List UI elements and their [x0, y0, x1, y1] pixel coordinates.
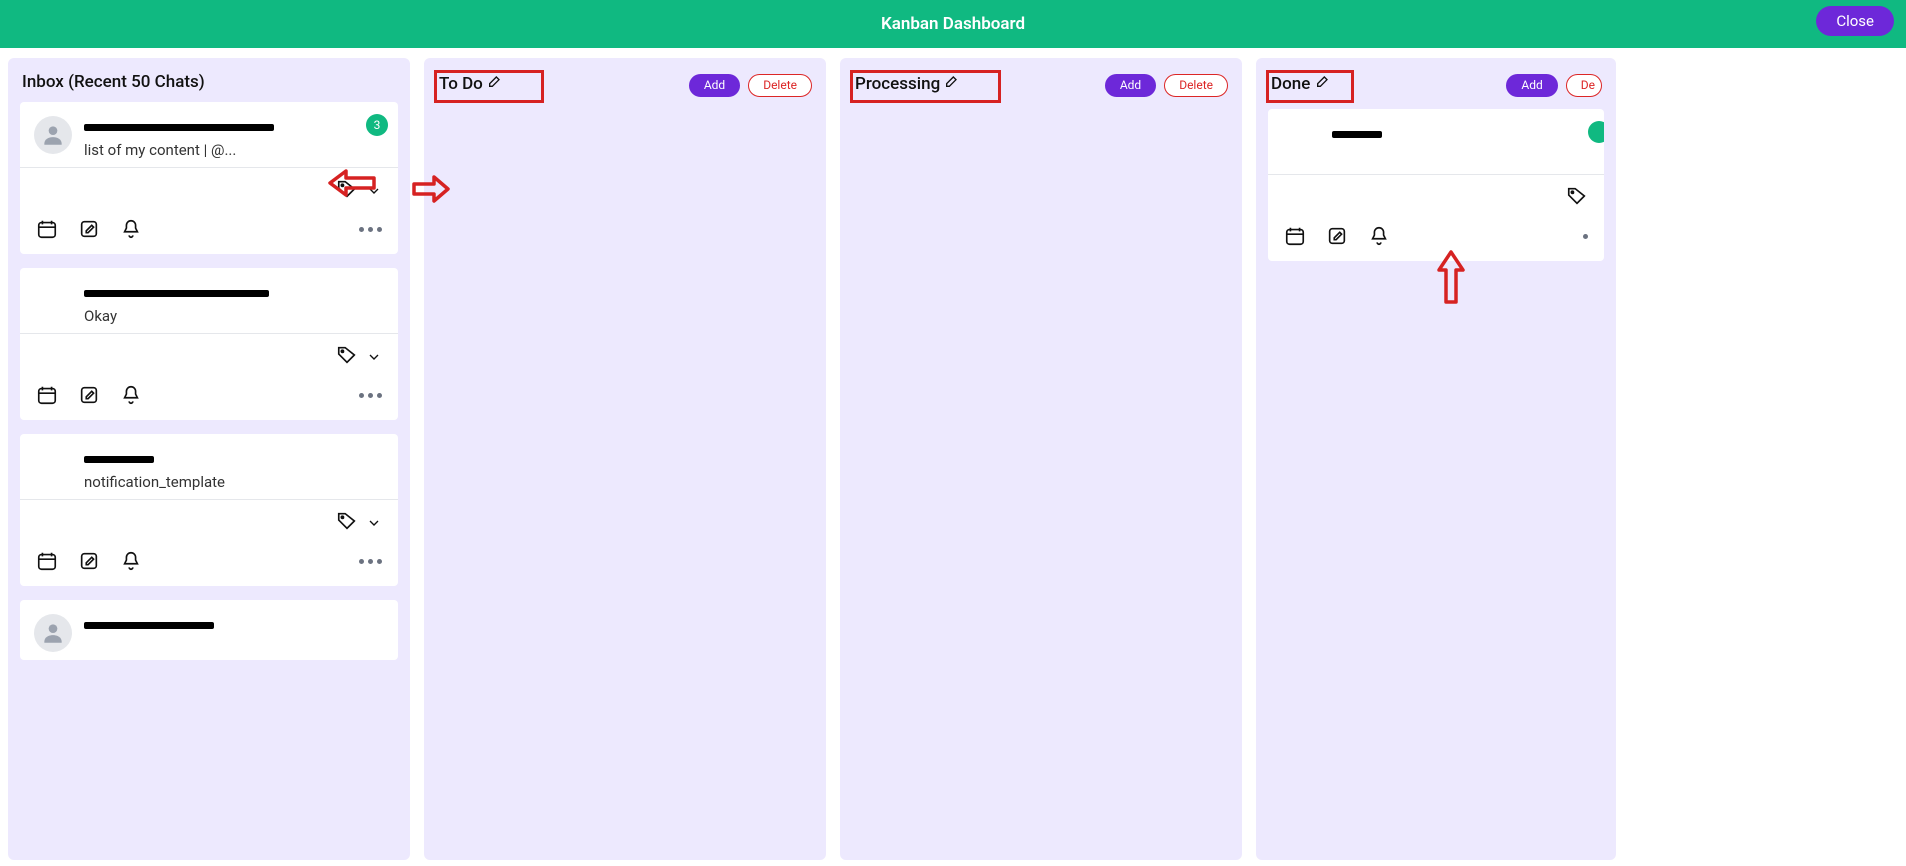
- chat-preview: list of my content | @...: [84, 141, 384, 159]
- chat-sender-name: [84, 456, 154, 463]
- column-list-processing[interactable]: [840, 107, 1242, 860]
- add-button[interactable]: Add: [1506, 74, 1557, 96]
- delete-button[interactable]: Delete: [1164, 74, 1228, 96]
- column-list-inbox[interactable]: list of my content | @... 3: [8, 100, 410, 860]
- column-title-inbox: Inbox (Recent 50 Chats): [22, 72, 205, 92]
- calendar-icon[interactable]: [36, 218, 58, 240]
- chat-sender-name: [84, 290, 269, 297]
- column-title-todo[interactable]: To Do: [439, 74, 483, 94]
- add-button[interactable]: Add: [1105, 74, 1156, 96]
- avatar: [34, 614, 72, 652]
- chat-preview: [1332, 148, 1590, 166]
- chat-preview: Okay: [84, 307, 384, 325]
- chat-card[interactable]: Okay: [20, 268, 398, 420]
- avatar: [34, 116, 72, 154]
- tag-icon[interactable]: [336, 178, 358, 204]
- more-icon[interactable]: [359, 393, 382, 398]
- chat-card[interactable]: notification_template: [20, 434, 398, 586]
- chevron-down-icon[interactable]: [366, 349, 382, 365]
- more-icon[interactable]: [1583, 234, 1588, 239]
- edit-icon[interactable]: [944, 73, 960, 89]
- kanban-board: Inbox (Recent 50 Chats) list of my conte…: [0, 48, 1906, 866]
- calendar-icon[interactable]: [36, 384, 58, 406]
- bell-icon[interactable]: [1368, 225, 1390, 247]
- column-inbox: Inbox (Recent 50 Chats) list of my conte…: [8, 58, 410, 860]
- note-edit-icon[interactable]: [1326, 225, 1348, 247]
- edit-icon[interactable]: [487, 73, 503, 89]
- add-button[interactable]: Add: [689, 74, 740, 96]
- chat-card[interactable]: [1268, 109, 1604, 261]
- bell-icon[interactable]: [120, 384, 142, 406]
- close-button[interactable]: Close: [1816, 6, 1894, 36]
- note-edit-icon[interactable]: [78, 550, 100, 572]
- chevron-down-icon[interactable]: [366, 515, 382, 531]
- note-edit-icon[interactable]: [78, 384, 100, 406]
- delete-button[interactable]: Delete: [748, 74, 812, 96]
- unread-badge: 3: [366, 114, 388, 136]
- chat-sender-name: [1332, 131, 1382, 138]
- delete-button[interactable]: De: [1566, 74, 1602, 96]
- chat-preview: notification_template: [84, 473, 384, 491]
- more-icon[interactable]: [359, 559, 382, 564]
- chat-card[interactable]: list of my content | @... 3: [20, 102, 398, 254]
- annotation-highlight-processing: Processing: [850, 70, 1001, 103]
- page-title: Kanban Dashboard: [881, 14, 1025, 34]
- column-list-done[interactable]: [1256, 107, 1616, 860]
- column-title-processing[interactable]: Processing: [855, 74, 940, 94]
- app-header: Kanban Dashboard Close: [0, 0, 1906, 48]
- annotation-highlight-todo: To Do: [434, 70, 544, 103]
- column-title-done[interactable]: Done: [1271, 74, 1310, 94]
- tag-icon[interactable]: [336, 344, 358, 370]
- note-edit-icon[interactable]: [78, 218, 100, 240]
- chat-sender-name: [84, 124, 274, 131]
- calendar-icon[interactable]: [1284, 225, 1306, 247]
- edit-icon[interactable]: [1315, 73, 1331, 89]
- column-done: Done Add De: [1256, 58, 1616, 860]
- unread-badge: [1588, 121, 1604, 143]
- more-icon[interactable]: [359, 227, 382, 232]
- column-todo: To Do Add Delete: [424, 58, 826, 860]
- column-processing: Processing Add Delete: [840, 58, 1242, 860]
- tag-icon[interactable]: [336, 510, 358, 536]
- bell-icon[interactable]: [120, 550, 142, 572]
- tag-icon[interactable]: [1566, 185, 1588, 211]
- chat-sender-name: [84, 622, 214, 629]
- column-list-todo[interactable]: [424, 107, 826, 860]
- bell-icon[interactable]: [120, 218, 142, 240]
- chat-card[interactable]: [20, 600, 398, 660]
- annotation-highlight-done: Done: [1266, 70, 1354, 103]
- calendar-icon[interactable]: [36, 550, 58, 572]
- chevron-down-icon[interactable]: [366, 183, 382, 199]
